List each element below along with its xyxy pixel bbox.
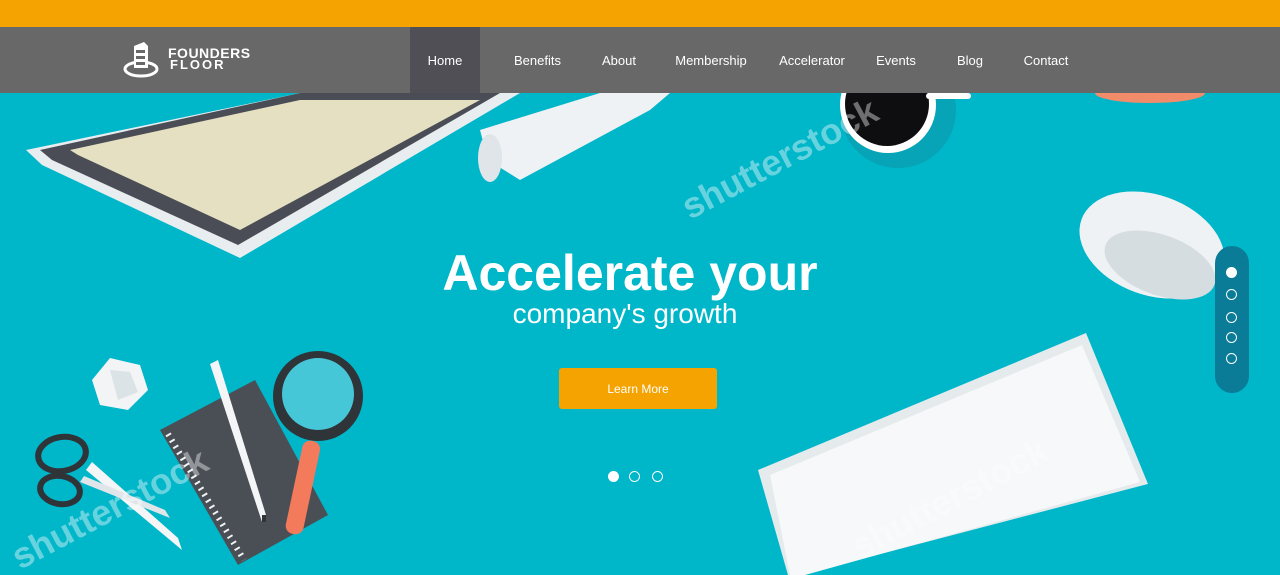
side-nav-dot-3[interactable] (1226, 312, 1237, 323)
paper-illustration (478, 93, 670, 182)
nav-blog[interactable]: Blog (946, 27, 994, 93)
mouse-illustration (1079, 191, 1225, 300)
top-accent-bar (0, 0, 1280, 27)
nav-accelerator[interactable]: Accelerator (775, 27, 849, 93)
slider-dot-3[interactable] (652, 471, 663, 482)
slider-dot-1[interactable] (608, 471, 619, 482)
logo-icon (123, 42, 159, 78)
hero-subheadline: company's growth (512, 298, 738, 329)
nav-contact[interactable]: Contact (1015, 27, 1077, 93)
side-nav-dot-4[interactable] (1226, 332, 1237, 343)
nav-home[interactable]: Home (410, 27, 480, 93)
watermark-text-1: shutterstock (675, 93, 886, 227)
nav-benefits[interactable]: Benefits (505, 27, 570, 93)
side-section-nav (1215, 246, 1249, 393)
hero-illustration: shutterstock shutterstock shutterstock (5, 93, 1225, 575)
nav-events[interactable]: Events (868, 27, 924, 93)
crumpled-paper-illustration (92, 358, 148, 410)
side-nav-dot-2[interactable] (1226, 289, 1237, 300)
hero-headline: Accelerate your (442, 245, 818, 301)
hero-section: shutterstock shutterstock shutterstock (0, 93, 1280, 575)
learn-more-button[interactable]: Learn More (559, 368, 717, 409)
nav-membership[interactable]: Membership (670, 27, 752, 93)
brand-logo[interactable]: FOUNDERS FLOOR (122, 38, 252, 80)
side-nav-dot-5[interactable] (1226, 353, 1237, 364)
hand-illustration (1095, 93, 1205, 103)
tablet-illustration (26, 93, 520, 258)
side-nav-dot-1[interactable] (1226, 267, 1237, 278)
keyboard-illustration (758, 333, 1148, 575)
nav-about[interactable]: About (590, 27, 648, 93)
slider-dot-2[interactable] (629, 471, 640, 482)
